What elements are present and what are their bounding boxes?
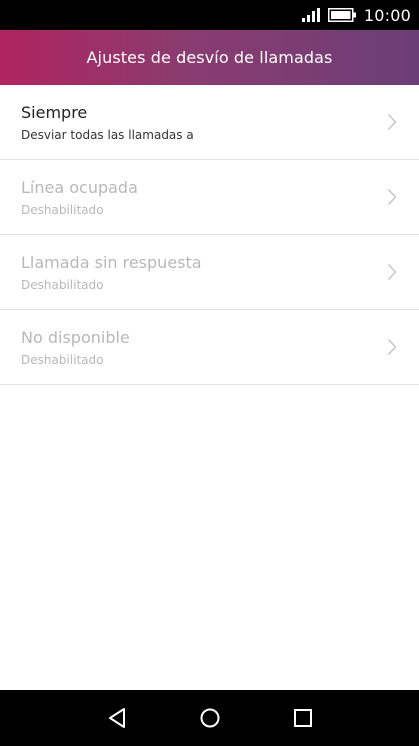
chevron-right-icon: [387, 339, 397, 355]
home-icon: [200, 708, 220, 728]
page-title: Ajustes de desvío de llamadas: [86, 48, 333, 67]
item-subtitle: Deshabilitado: [21, 203, 104, 217]
item-subtitle: Deshabilitado: [21, 353, 104, 367]
recents-icon: [294, 709, 312, 727]
item-title: Siempre: [21, 103, 88, 122]
status-clock: 10:00: [363, 5, 411, 25]
back-button[interactable]: [105, 706, 129, 730]
item-title: Llamada sin respuesta: [21, 253, 202, 272]
navigation-bar: [0, 690, 419, 746]
chevron-right-icon: [387, 114, 397, 130]
item-title: No disponible: [21, 328, 130, 347]
recents-button[interactable]: [291, 706, 315, 730]
list-item-no-answer[interactable]: Llamada sin respuesta Deshabilitado: [0, 235, 419, 310]
item-title: Línea ocupada: [21, 178, 138, 197]
list-item-busy[interactable]: Línea ocupada Deshabilitado: [0, 160, 419, 235]
item-subtitle: Desviar todas las llamadas a: [21, 128, 194, 142]
call-forwarding-list: Siempre Desviar todas las llamadas a Lín…: [0, 85, 419, 385]
home-button[interactable]: [198, 706, 222, 730]
back-icon: [109, 708, 125, 728]
chevron-right-icon: [387, 189, 397, 205]
phone-screen: 10:00 Ajustes de desvío de llamadas Siem…: [0, 0, 419, 746]
list-item-always[interactable]: Siempre Desviar todas las llamadas a: [0, 85, 419, 160]
signal-icon: [301, 8, 320, 22]
battery-icon: [327, 8, 356, 22]
status-bar: 10:00: [0, 0, 419, 30]
chevron-right-icon: [387, 264, 397, 280]
item-subtitle: Deshabilitado: [21, 278, 104, 292]
status-icons: 10:00: [301, 0, 411, 30]
list-item-unreachable[interactable]: No disponible Deshabilitado: [0, 310, 419, 385]
title-bar: Ajustes de desvío de llamadas: [0, 30, 419, 85]
